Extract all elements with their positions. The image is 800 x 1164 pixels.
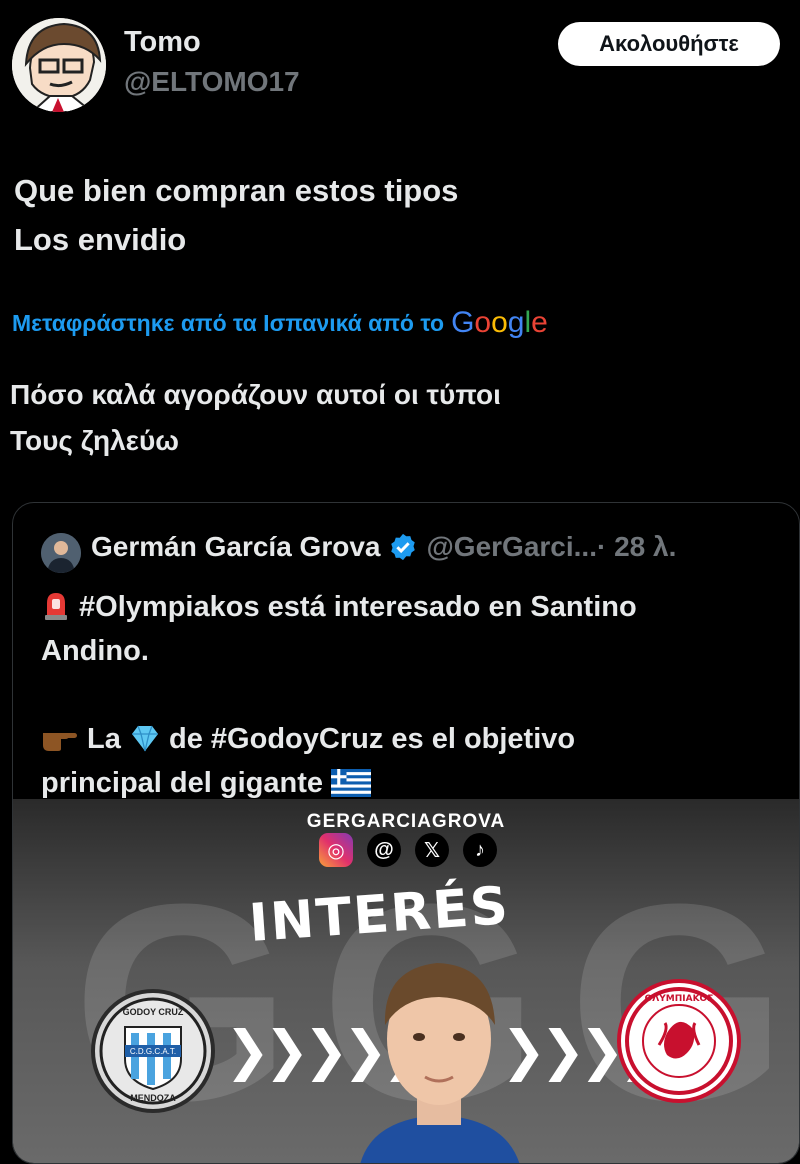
author-avatar[interactable]: [12, 18, 106, 112]
media-social-icons: ◎ @ 𝕏 ♪: [319, 833, 497, 867]
quoted-line-1a: #Olympiakos está interesado en Santino: [71, 591, 637, 623]
godoy-cruz-badge: C.D.G.C.A.T. GODOY CRUZ MENDOZA: [91, 989, 215, 1113]
translation-text: Πόσο καλά αγοράζουν αυτοί οι τύποι Τους …: [10, 372, 501, 464]
quoted-tweet-header: Germán García Grova @GerGarci... · 28 λ.: [91, 531, 676, 563]
tweet-line-2: Los envidio: [14, 222, 187, 257]
author-name[interactable]: Tomo: [124, 26, 201, 59]
olympiakos-badge: ΟΛΥΜΠΙΑΚΟΣ: [617, 979, 741, 1103]
olympiakos-badge-top: ΟΛΥΜΠΙΑΚΟΣ: [645, 994, 714, 1004]
godoy-badge-bottom: MENDOZA: [130, 1093, 176, 1103]
quoted-tweet-text: #Olympiakos está interesado en Santino A…: [41, 585, 781, 805]
translated-by-link[interactable]: Μεταφράστηκε από τα Ισπανικά από το Goog…: [12, 306, 548, 340]
author-handle[interactable]: @ELTOMO17: [124, 66, 300, 98]
translated-by-label: Μεταφράστηκε από τα Ισπανικά από το: [12, 309, 445, 336]
quoted-line-2a-1: La: [79, 723, 129, 755]
godoy-badge-top: GODOY CRUZ: [123, 1007, 184, 1017]
quoted-author-name[interactable]: Germán García Grova: [91, 531, 380, 563]
tiktok-icon: ♪: [463, 833, 497, 867]
quoted-line-2a-2: de #GodoyCruz es el objetivo: [160, 723, 576, 755]
siren-emoji-icon: [45, 593, 67, 620]
quoted-line-2b: principal del gigante: [41, 767, 332, 799]
tweet-text: Que bien compran estos tipos Los envidio: [14, 166, 458, 264]
diamond-emoji-icon: [131, 725, 158, 752]
quoted-tweet-card[interactable]: Germán García Grova @GerGarci... · 28 λ.…: [12, 502, 800, 1164]
quoted-author-avatar[interactable]: [41, 533, 81, 573]
quoted-tweet-time[interactable]: · 28 λ.: [597, 531, 676, 563]
x-icon: 𝕏: [415, 833, 449, 867]
quoted-tweet-media[interactable]: GGG GERGARCIAGROVA ◎ @ 𝕏 ♪ INTERÉS C.D.G…: [13, 799, 799, 1163]
player-photo: [360, 963, 520, 1163]
media-brand: GERGARCIAGROVA: [306, 811, 506, 832]
google-logo: Google: [451, 306, 548, 339]
verified-badge-icon: [391, 533, 416, 561]
translation-line-1: Πόσο καλά αγοράζουν αυτοί οι τύποι: [10, 379, 501, 410]
follow-button[interactable]: Ακολουθήστε: [558, 22, 780, 66]
godoy-badge-center: C.D.G.C.A.T.: [130, 1047, 176, 1056]
translation-line-2: Τους ζηλεύω: [10, 425, 179, 456]
quoted-line-1b: Andino.: [41, 635, 149, 667]
quoted-author-handle[interactable]: @GerGarci...: [426, 531, 597, 563]
pointing-hand-emoji-icon: [43, 733, 77, 751]
tweet-line-1: Que bien compran estos tipos: [14, 173, 459, 208]
instagram-icon: ◎: [319, 833, 353, 867]
threads-icon: @: [367, 833, 401, 867]
greece-flag-emoji-icon: [331, 769, 372, 797]
